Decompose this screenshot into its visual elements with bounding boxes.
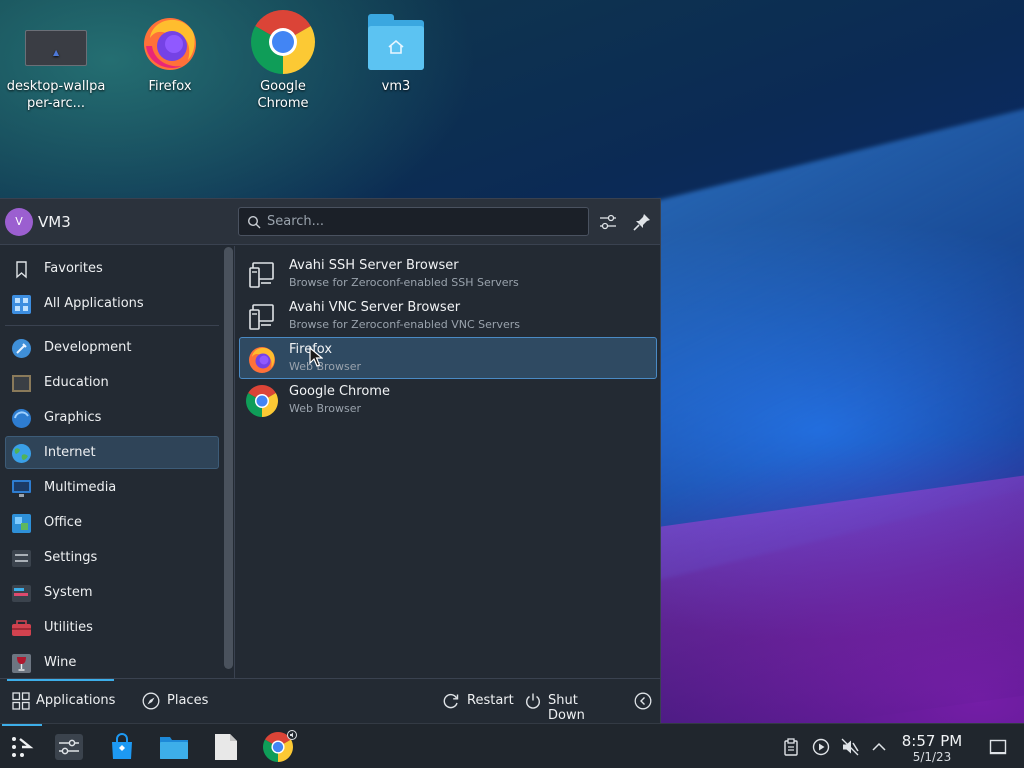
network-server-icon [249, 304, 274, 330]
desktop-icon-label: vm3 [381, 79, 411, 94]
image-thumbnail-icon [24, 10, 88, 74]
sidebar-separator [5, 325, 219, 326]
category-multimedia[interactable]: Multimedia [5, 471, 219, 504]
category-system[interactable]: System [5, 576, 219, 609]
category-internet[interactable]: Internet [5, 436, 219, 469]
category-development[interactable]: Development [5, 331, 219, 364]
desktop-icon-firefox[interactable]: Firefox [120, 10, 220, 95]
home-folder-icon [364, 10, 428, 74]
task-discover[interactable] [100, 724, 144, 768]
app-item-google-chrome[interactable]: Google Chrome Web Browser [239, 379, 657, 421]
scrollbar-thumb[interactable] [224, 247, 233, 669]
system-icon [12, 585, 31, 602]
mouse-cursor-icon [309, 347, 323, 367]
user-name: VM3 [38, 213, 71, 231]
settings-icon [12, 550, 31, 567]
discover-store-icon [112, 733, 132, 759]
category-education[interactable]: Education [5, 366, 219, 399]
desktop-icon-label: Google Chrome [257, 79, 309, 111]
desktop-icon-home-folder[interactable]: vm3 [346, 10, 446, 95]
compass-icon [142, 692, 160, 710]
volume-muted-icon[interactable] [841, 738, 859, 756]
clock-date[interactable]: 5/1/23 [896, 750, 968, 764]
chevron-left-icon [634, 692, 652, 710]
category-scrollbar[interactable] [223, 247, 234, 677]
app-item-avahi-ssh[interactable]: Avahi SSH Server Browser Browse for Zero… [239, 253, 657, 295]
show-desktop-icon[interactable] [989, 738, 1007, 756]
utilities-icon [12, 620, 31, 636]
desktop-icon-label: desktop-wallpaper-arc... [6, 79, 106, 111]
shut-down-button[interactable]: Shut Down [522, 679, 618, 724]
category-favorites[interactable]: Favorites [5, 252, 219, 285]
category-wine[interactable]: Wine [5, 646, 219, 679]
search-input[interactable] [267, 208, 582, 235]
internet-globe-icon [12, 444, 31, 463]
desktop-icon-chrome[interactable]: Google Chrome [233, 10, 333, 112]
folder-icon [160, 737, 188, 759]
category-utilities[interactable]: Utilities [5, 611, 219, 644]
category-graphics[interactable]: Graphics [5, 401, 219, 434]
category-office[interactable]: Office [5, 506, 219, 539]
chevron-up-icon[interactable] [870, 738, 888, 756]
kde-launcher-icon [12, 737, 34, 757]
settings-icon [55, 734, 83, 760]
application-launcher: V VM3 Favorites [0, 198, 661, 724]
network-server-icon [249, 262, 274, 288]
desktop-icon-label: Firefox [148, 79, 192, 94]
taskbar-panel: 8:57 PM 5/1/23 [0, 723, 1024, 768]
chrome-icon [251, 10, 315, 74]
panel-divider [234, 246, 235, 678]
document-icon [215, 734, 237, 760]
multimedia-icon [12, 480, 31, 497]
bookmark-icon [16, 261, 27, 279]
tab-applications[interactable]: Applications [7, 679, 115, 724]
grid-icon [12, 692, 30, 710]
user-avatar[interactable]: V [5, 208, 33, 236]
launcher-header: V VM3 [0, 199, 660, 245]
office-icon [12, 514, 31, 533]
wine-glass-icon [12, 654, 31, 673]
education-icon [12, 375, 31, 392]
app-item-avahi-vnc[interactable]: Avahi VNC Server Browser Browse for Zero… [239, 295, 657, 337]
task-text-editor[interactable] [204, 724, 248, 768]
task-system-settings[interactable] [47, 724, 91, 768]
audio-playing-icon [287, 730, 297, 740]
power-icon [526, 693, 540, 709]
leave-more-button[interactable] [632, 679, 654, 724]
media-player-icon[interactable] [812, 738, 830, 756]
category-sidebar: Favorites All Applications Development E… [0, 246, 234, 678]
clock-time[interactable]: 8:57 PM [896, 732, 968, 750]
task-file-manager[interactable] [152, 724, 196, 768]
tab-places[interactable]: Places [137, 679, 217, 724]
clipboard-icon[interactable] [782, 738, 800, 756]
firefox-icon [138, 10, 202, 74]
category-settings[interactable]: Settings [5, 541, 219, 574]
grid-icon [12, 295, 31, 314]
search-field[interactable] [238, 207, 589, 236]
development-icon [12, 339, 31, 358]
search-icon [247, 215, 261, 229]
category-all-applications[interactable]: All Applications [5, 287, 219, 320]
app-item-firefox[interactable]: Firefox Web Browser [239, 337, 657, 379]
desktop-icon-wallpaper-file[interactable]: desktop-wallpaper-arc... [6, 10, 106, 112]
graphics-icon [12, 409, 31, 428]
configure-icon[interactable] [597, 211, 619, 233]
launcher-footer: Applications Places Restart Shut Down [0, 678, 660, 724]
pin-icon[interactable] [631, 211, 653, 233]
task-google-chrome[interactable] [256, 724, 300, 768]
chrome-icon [246, 385, 278, 417]
restart-icon [443, 693, 459, 709]
firefox-icon [249, 347, 275, 373]
restart-button[interactable]: Restart [440, 679, 516, 724]
application-launcher-button[interactable] [0, 724, 44, 768]
